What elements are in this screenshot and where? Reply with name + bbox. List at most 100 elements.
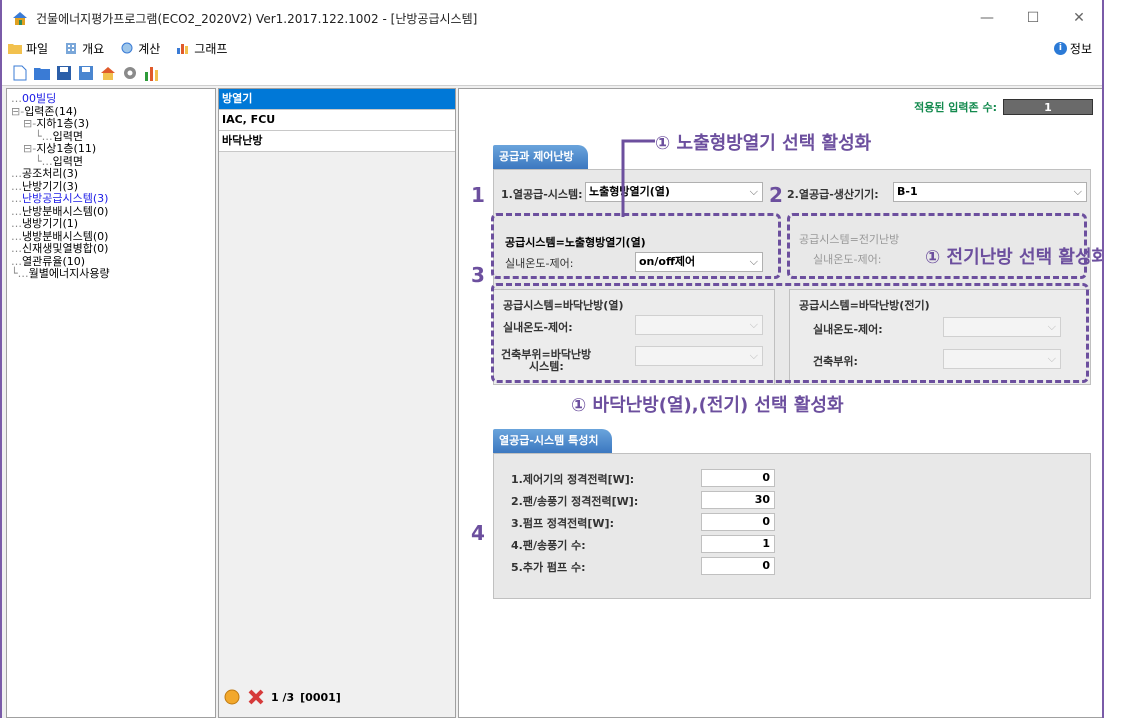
tree-connector: … (11, 217, 22, 230)
tree-connector: … (11, 179, 22, 193)
title-bar: 건물에너지평가프로그램(ECO2_2020V2) Ver1.2017.122.1… (2, 0, 1102, 36)
chevron-down-icon: ⌵ (749, 185, 758, 198)
prop-label: 1.제어기의 정격전력[W]: (511, 473, 635, 486)
menu-calc[interactable]: 계산 (120, 40, 160, 57)
tree-node-label: 난방공급시스템(3) (22, 192, 109, 205)
menu-overview[interactable]: 개요 (64, 40, 104, 57)
tree-node-label: 냉방기기(1) (22, 217, 79, 230)
tab-system-props[interactable]: 열공급-시스템 특성치 (493, 429, 613, 453)
record-navigator: 1 /3 [0001] (223, 685, 341, 709)
menu-graph[interactable]: 그래프 (176, 40, 227, 57)
tree-node-label: 신재생및열병합(0) (22, 242, 109, 255)
prop-value-input[interactable]: 0 (701, 557, 775, 575)
tree-node-label: 지상1층(11) (36, 142, 97, 155)
tree-connector: └… (35, 129, 53, 143)
menu-overview-label: 개요 (82, 41, 105, 56)
menu-calc-label: 계산 (138, 41, 161, 56)
tree-connector: … (11, 242, 22, 255)
tree-connector: └… (35, 154, 53, 168)
tree-connector: … (11, 229, 22, 243)
record-code: [0001] (300, 690, 341, 704)
prop-label: 2.팬/송풍기 정격전력[W]: (511, 495, 639, 508)
annotation-electric: ① 전기난방 선택 활성화 (925, 247, 1104, 268)
new-file-icon[interactable] (12, 65, 28, 81)
close-button[interactable]: ✕ (1056, 0, 1102, 36)
calc-icon (121, 42, 133, 54)
home-icon[interactable] (100, 65, 116, 81)
tree-connector: … (11, 92, 22, 105)
menu-file-label: 파일 (26, 41, 49, 56)
maximize-button[interactable]: ☐ (1010, 0, 1056, 36)
applied-zone-count: 적용된 입력존 수: 1 (914, 99, 1093, 115)
tree-node-label: 월별에너지사용량 (28, 267, 110, 280)
delete-record-icon[interactable] (247, 688, 265, 706)
marker-2: 2 (769, 183, 783, 207)
folder-icon (8, 44, 22, 54)
menu-file[interactable]: 파일 (8, 40, 48, 57)
building-tree: …00빌딩 ⊟-입력존(14) ⊟-지하1층(3) └…입력면 ⊟-지상1층(11) └…… (6, 88, 216, 718)
bar-chart-icon (177, 44, 189, 54)
tree-connector: … (11, 167, 22, 180)
window-controls: — ☐ ✕ (964, 0, 1102, 36)
tree-node-label: 입력면 (52, 129, 83, 143)
chart-icon[interactable] (144, 65, 160, 81)
tree-connector: ⊟- (23, 142, 37, 155)
list-item[interactable]: 바닥난방 (219, 131, 455, 152)
tree-node-label: 난방기기(3) (22, 179, 79, 193)
tree-connector: … (11, 192, 22, 205)
tree-connector: ⊟- (23, 117, 37, 130)
heat-device-select[interactable]: B-1 ⌵ (893, 182, 1087, 202)
app-house-icon (13, 12, 27, 25)
tree-node-label: 입력존(14) (24, 104, 78, 118)
list-item[interactable]: 방열기 (219, 89, 455, 110)
save-as-icon[interactable] (78, 65, 94, 81)
page-indicator: 1 /3 (271, 690, 295, 704)
menu-bar: 파일 개요 계산 그래프 i 정보 (2, 36, 1102, 60)
marker-4: 4 (471, 521, 485, 545)
prop-value-input[interactable]: 0 (701, 513, 775, 531)
window-title: 건물에너지평가프로그램(ECO2_2020V2) Ver1.2017.122.1… (36, 11, 478, 26)
tree-connector: … (11, 254, 22, 268)
minimize-button[interactable]: — (964, 0, 1010, 36)
save-icon[interactable] (56, 65, 72, 81)
applied-value: 1 (1003, 99, 1093, 115)
menu-info-label: 정보 (1069, 41, 1092, 56)
tree-connector: ⊟- (11, 104, 25, 118)
add-record-icon[interactable] (223, 688, 241, 706)
tree-node-label: 입력면 (52, 154, 83, 168)
building-icon (66, 43, 77, 54)
menu-graph-label: 그래프 (194, 41, 228, 56)
system-list: 방열기 IAC, FCU 바닥난방 1 /3 [0001] (218, 88, 456, 718)
tree-connector: └… (11, 267, 29, 280)
settings-gear-icon[interactable] (122, 65, 138, 81)
prop-value-input[interactable]: 0 (701, 469, 775, 487)
tree-node[interactable]: └…월별에너지사용량 (7, 267, 215, 281)
open-folder-icon[interactable] (34, 65, 50, 81)
marker-1: 1 (471, 183, 485, 207)
heat-system-select[interactable]: 노출형방열기(열) ⌵ (585, 182, 763, 202)
heat-system-label: 1.열공급-시스템: (501, 188, 583, 201)
tree-node-label: 공조처리(3) (22, 167, 79, 180)
list-item[interactable]: IAC, FCU (219, 110, 455, 131)
tree-node-label: 열관류율(10) (22, 254, 86, 268)
info-icon: i (1053, 41, 1067, 55)
heat-device-value: B-1 (897, 185, 918, 198)
annotation-exposed: ① 노출형방열기 선택 활성화 (655, 133, 872, 154)
menu-info[interactable]: i 정보 (1053, 40, 1092, 57)
prop-value-input[interactable]: 30 (701, 491, 775, 509)
tab-supply-control[interactable]: 공급과 제어난방 (493, 145, 588, 169)
marker-3: 3 (471, 263, 485, 287)
prop-label: 4.팬/송풍기 수: (511, 539, 586, 552)
prop-label: 3.펌프 정격전력[W]: (511, 517, 614, 530)
prop-label: 5.추가 펌프 수: (511, 561, 586, 574)
annotation-connector (621, 139, 655, 217)
annotation-floor: ① 바닥난방(열),(전기) 선택 활성화 (571, 395, 844, 416)
chevron-down-icon: ⌵ (1073, 185, 1082, 198)
app-window: 건물에너지평가프로그램(ECO2_2020V2) Ver1.2017.122.1… (0, 0, 1104, 718)
tree-node-label: 지하1층(3) (36, 117, 90, 130)
toolbar (2, 60, 1102, 86)
tree-node-label: 난방분배시스템(0) (22, 204, 109, 218)
prop-value-input[interactable]: 1 (701, 535, 775, 553)
tree-connector: … (11, 204, 22, 218)
applied-label: 적용된 입력존 수: (914, 101, 997, 114)
